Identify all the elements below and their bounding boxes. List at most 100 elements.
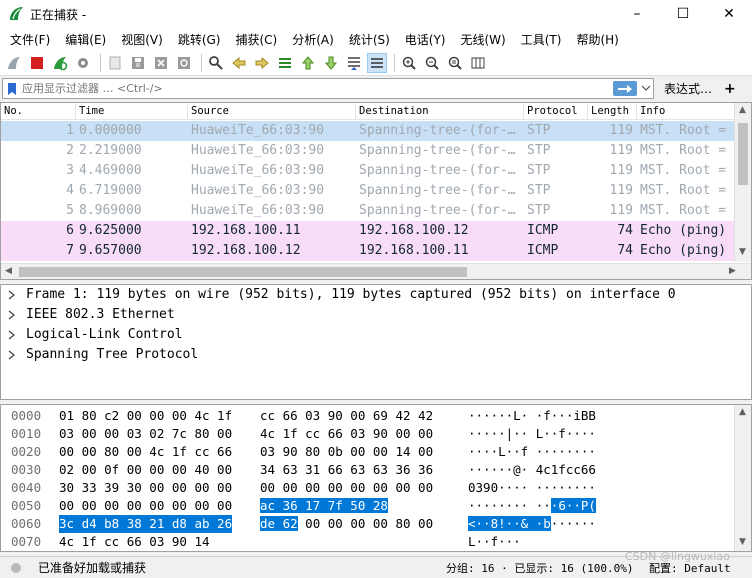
ascii-plain: ········ ·· xyxy=(468,498,551,513)
menu-analyze[interactable]: 分析(A) xyxy=(286,31,340,48)
capture-options-button[interactable] xyxy=(73,53,93,73)
zoom-normal-button[interactable] xyxy=(445,53,465,73)
go-back-button[interactable] xyxy=(229,53,249,73)
scroll-down-icon[interactable]: ▼ xyxy=(739,537,746,547)
ascii-bytes: ······L· ·f···iBB xyxy=(468,408,596,423)
chevron-right-icon[interactable] xyxy=(5,308,19,322)
minimize-button[interactable]: – xyxy=(614,0,660,28)
ascii-plain: ······ xyxy=(550,516,596,531)
menu-statistics[interactable]: 统计(S) xyxy=(343,31,396,48)
zoom-out-button[interactable] xyxy=(422,53,442,73)
packet-list-vertical-scrollbar[interactable]: ▲ ▼ xyxy=(734,103,751,262)
stop-capture-button[interactable] xyxy=(27,53,47,73)
hex-row[interactable]: 0040 30 33 39 30 00 00 00 00 00 00 00 00… xyxy=(1,479,735,497)
hex-row[interactable]: 0070 4c 1f cc 66 03 90 14 L··f··· xyxy=(1,533,735,551)
scroll-right-icon[interactable]: ▶ xyxy=(729,266,736,276)
detail-tree-item-llc[interactable]: Logical-Link Control xyxy=(1,325,751,345)
hex-row[interactable]: 0010 03 00 00 03 02 7c 80 00 4c 1f cc 66… xyxy=(1,425,735,443)
open-file-button[interactable] xyxy=(105,53,125,73)
bytes-vertical-scrollbar[interactable]: ▲ ▼ xyxy=(734,405,751,551)
colorize-button[interactable] xyxy=(367,52,387,73)
menu-edit[interactable]: 编辑(E) xyxy=(59,31,112,48)
hex-offset: 0000 xyxy=(11,408,42,423)
scrollbar-thumb[interactable] xyxy=(19,267,467,277)
go-forward-button[interactable] xyxy=(252,53,272,73)
save-file-button[interactable] xyxy=(128,53,148,73)
hex-row[interactable]: 0020 00 00 80 00 4c 1f cc 66 03 90 80 0b… xyxy=(1,443,735,461)
hex-offset: 0050 xyxy=(11,498,42,513)
autoscroll-button[interactable] xyxy=(344,53,364,73)
restart-capture-button[interactable] xyxy=(50,53,70,73)
packet-list-horizontal-scrollbar[interactable]: ◀ ▶ xyxy=(1,263,751,279)
column-header-destination[interactable]: Destination xyxy=(356,103,524,120)
ascii-bytes: L··f··· xyxy=(468,534,521,549)
chevron-right-icon[interactable] xyxy=(5,328,19,342)
zoom-in-button[interactable] xyxy=(399,53,419,73)
packet-cell-src: HuaweiTe_66:03:90 xyxy=(191,183,325,198)
packet-cell-src: 192.168.100.11 xyxy=(191,223,301,238)
packet-cell-proto: STP xyxy=(527,123,551,138)
detail-tree-item-stp[interactable]: Spanning Tree Protocol xyxy=(1,345,751,365)
packet-cell-dst: Spanning-tree-(for-… xyxy=(359,143,516,158)
column-header-time[interactable]: Time xyxy=(76,103,188,120)
start-capture-button[interactable] xyxy=(4,53,24,73)
expression-button[interactable]: 表达式… xyxy=(664,80,712,97)
packet-row[interactable]: 3 4.469000 HuaweiTe_66:03:90 Spanning-tree-… xyxy=(1,161,735,181)
packet-cell-dst: Spanning-tree-(for-… xyxy=(359,183,516,198)
scroll-down-icon[interactable]: ▼ xyxy=(739,247,746,257)
detail-tree-item-ethernet[interactable]: IEEE 802.3 Ethernet xyxy=(1,305,751,325)
menu-capture[interactable]: 捕获(C) xyxy=(229,31,283,48)
packet-row[interactable]: 5 8.969000 HuaweiTe_66:03:90 Spanning-tree-… xyxy=(1,201,735,221)
goto-packet-icon xyxy=(279,57,291,68)
hex-row[interactable]: 0030 02 00 0f 00 00 00 40 00 34 63 31 66… xyxy=(1,461,735,479)
chevron-right-icon[interactable] xyxy=(5,288,19,302)
chevron-down-icon[interactable] xyxy=(641,83,651,93)
column-header-length[interactable]: Length xyxy=(588,103,637,120)
hex-row[interactable]: 0000 01 80 c2 00 00 00 4c 1f cc 66 03 90… xyxy=(1,407,735,425)
add-filter-button[interactable]: + xyxy=(724,81,736,97)
packet-row[interactable]: 7 9.657000 192.168.100.12 192.168.100.11 ICM… xyxy=(1,241,735,261)
menu-go[interactable]: 跳转(G) xyxy=(172,31,227,48)
column-header-no[interactable]: No. xyxy=(1,103,76,120)
hex-bytes-highlighted: ac 36 17 7f 50 28 xyxy=(260,497,388,515)
menu-help[interactable]: 帮助(H) xyxy=(570,31,624,48)
column-header-info[interactable]: Info xyxy=(637,103,735,120)
expert-info-icon[interactable] xyxy=(10,562,22,574)
menu-view[interactable]: 视图(V) xyxy=(115,31,169,48)
display-filter-input[interactable] xyxy=(22,80,612,97)
close-file-button[interactable] xyxy=(151,53,171,73)
reload-file-button[interactable] xyxy=(174,53,194,73)
chevron-right-icon[interactable] xyxy=(5,348,19,362)
menu-tools[interactable]: 工具(T) xyxy=(515,31,568,48)
scroll-up-icon[interactable]: ▲ xyxy=(739,105,746,115)
go-last-button[interactable] xyxy=(321,53,341,73)
maximize-button[interactable]: ☐ xyxy=(660,0,706,28)
packet-row[interactable]: 2 2.219000 HuaweiTe_66:03:90 Spanning-tree-… xyxy=(1,141,735,161)
close-button[interactable]: ✕ xyxy=(706,0,752,28)
packet-row[interactable]: 4 6.719000 HuaweiTe_66:03:90 Spanning-tree-… xyxy=(1,181,735,201)
find-packet-button[interactable] xyxy=(206,53,226,73)
go-to-packet-button[interactable] xyxy=(275,53,295,73)
scrollbar-thumb[interactable] xyxy=(738,123,748,185)
scroll-left-icon[interactable]: ◀ xyxy=(5,266,12,276)
hex-row[interactable]: 0050 00 00 00 00 00 00 00 00 ac 36 17 7f… xyxy=(1,497,735,515)
scroll-up-icon[interactable]: ▲ xyxy=(739,407,746,417)
packet-row[interactable]: 6 9.625000 192.168.100.11 192.168.100.12 ICM… xyxy=(1,221,735,241)
packet-row[interactable]: 1 0.000000 HuaweiTe_66:03:90 Spanning-tree-… xyxy=(1,121,735,141)
detail-tree-item-frame[interactable]: Frame 1: 119 bytes on wire (952 bits), 1… xyxy=(1,285,751,305)
menu-telephony[interactable]: 电话(Y) xyxy=(399,31,452,48)
menu-file[interactable]: 文件(F) xyxy=(4,31,56,48)
column-header-protocol[interactable]: Protocol xyxy=(524,103,588,120)
bookmark-icon[interactable] xyxy=(7,82,17,96)
hex-row[interactable]: 0060 3c d4 b8 38 21 d8 ab 26 de 62 00 00… xyxy=(1,515,735,533)
packet-cell-time: 2.219000 xyxy=(79,143,142,158)
menu-wireless[interactable]: 无线(W) xyxy=(455,31,512,48)
packet-cell-proto: STP xyxy=(527,183,551,198)
column-header-source[interactable]: Source xyxy=(188,103,356,120)
go-first-button[interactable] xyxy=(298,53,318,73)
apply-filter-button[interactable] xyxy=(613,81,637,96)
resize-columns-button[interactable] xyxy=(468,53,488,73)
selection-highlight: de 62 xyxy=(260,516,298,531)
shark-fin-icon xyxy=(8,56,20,69)
arrow-up-icon xyxy=(301,55,315,69)
